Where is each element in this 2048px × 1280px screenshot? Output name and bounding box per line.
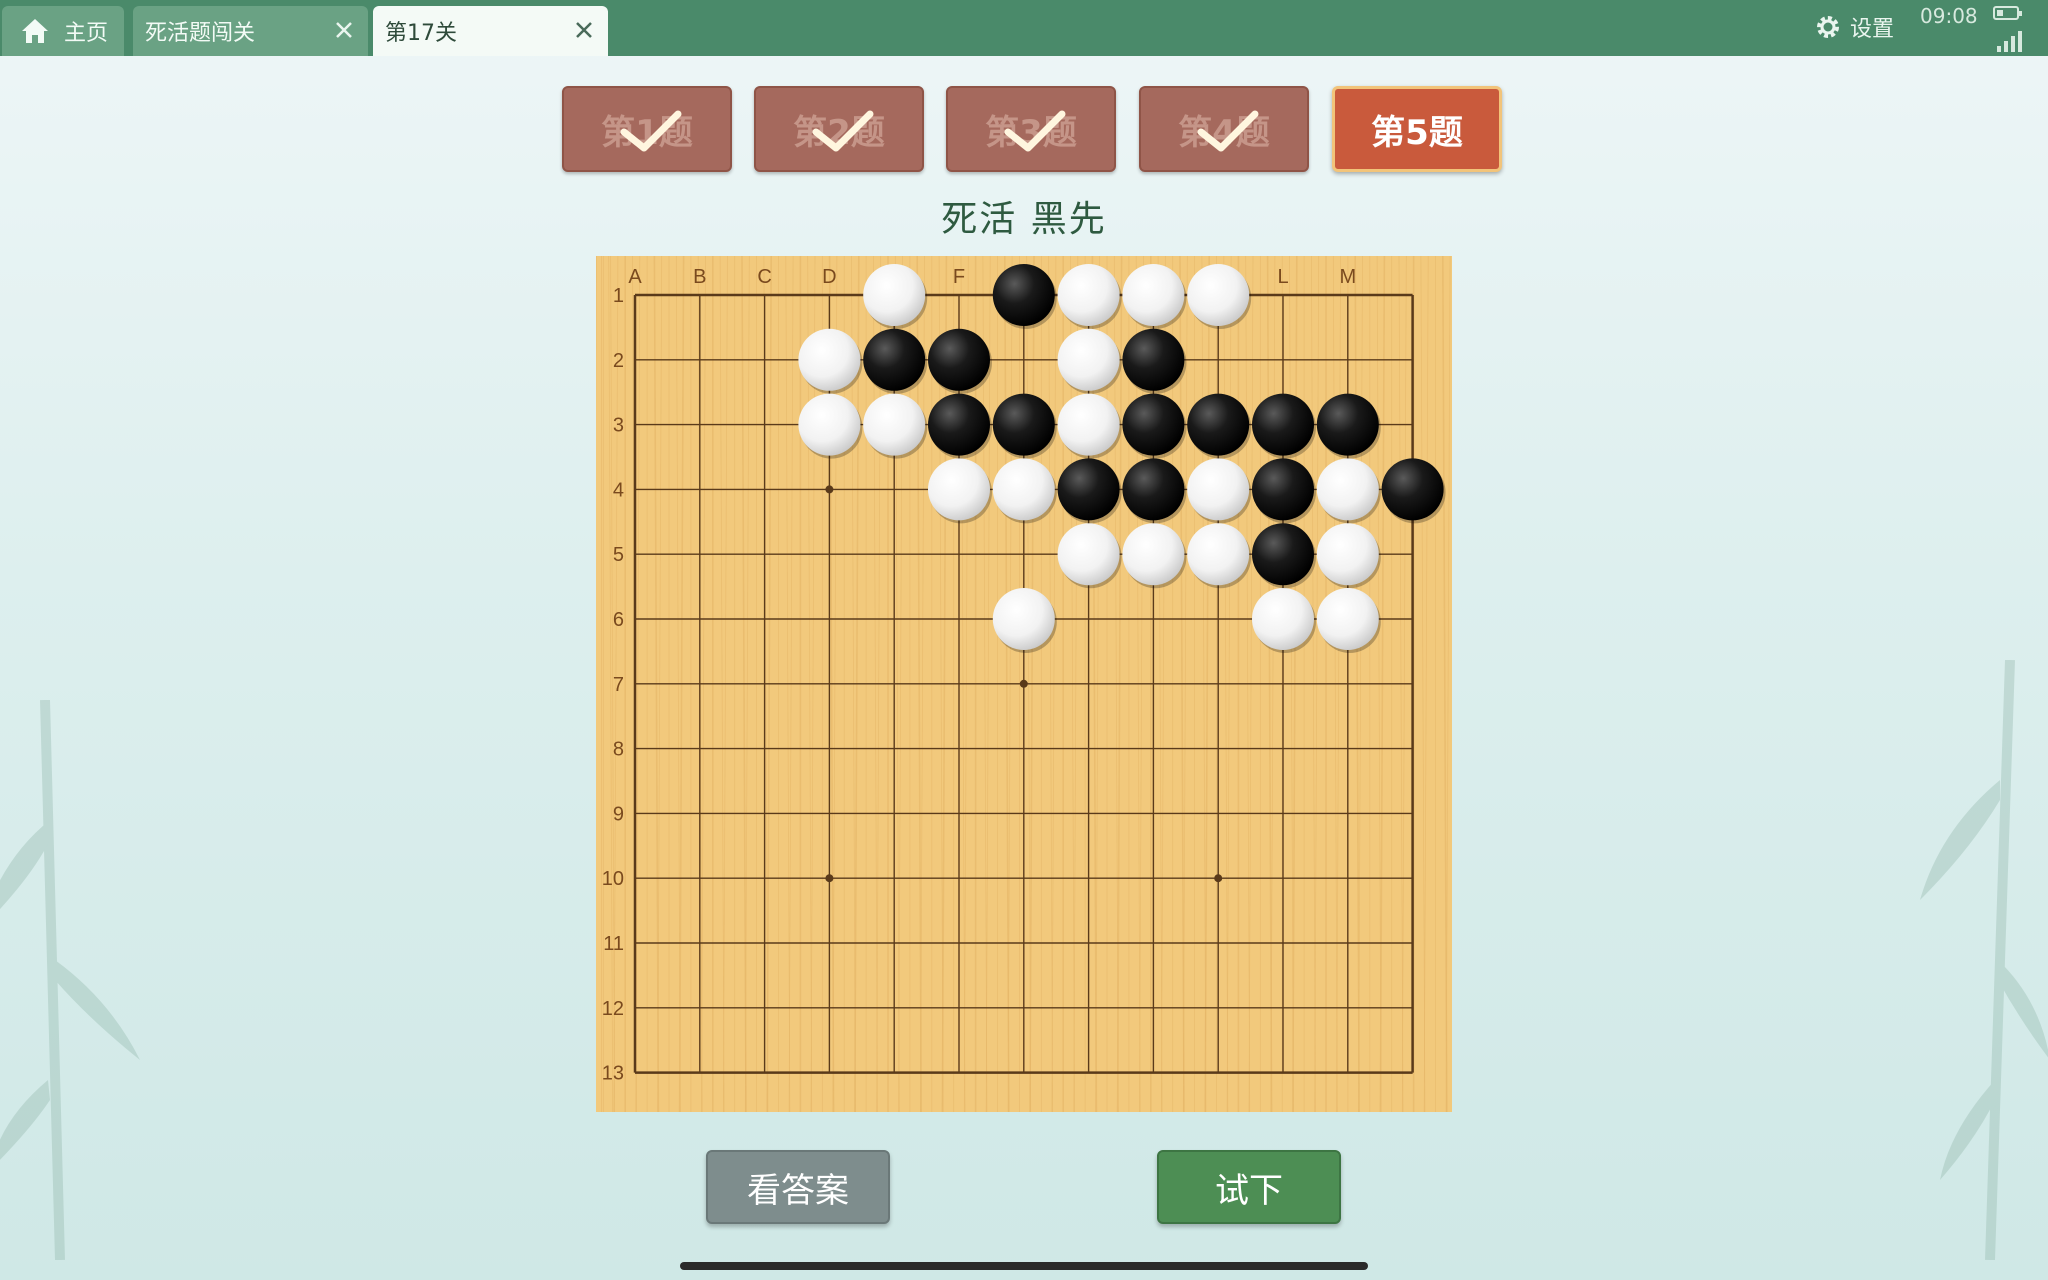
row-label: 2 <box>613 350 624 372</box>
star-point <box>1019 679 1028 688</box>
checkmark-icon <box>1197 110 1259 152</box>
top-tab-bar: 主页 死活题闯关 第17关 设置 09:08 <box>0 0 2048 56</box>
white-stone <box>1316 523 1379 586</box>
tab-deadlive-label: 死活题闯关 <box>145 21 256 46</box>
black-stone <box>863 328 926 391</box>
row-label: 3 <box>613 415 624 437</box>
black-stone <box>928 328 990 391</box>
row-label: 10 <box>602 868 624 890</box>
close-icon[interactable] <box>332 18 356 42</box>
column-label: A <box>628 266 642 288</box>
view-answer-button[interactable]: 看答案 <box>706 1150 890 1224</box>
white-stone <box>863 393 926 456</box>
white-stone <box>1252 588 1314 650</box>
go-board-container[interactable]: ABCDFKLM12345678910111213 <box>591 255 1452 1113</box>
checkmark-icon <box>1004 110 1066 152</box>
white-stone <box>1316 588 1379 650</box>
black-stone <box>1122 458 1185 521</box>
row-label: 7 <box>613 674 624 696</box>
white-stone <box>1057 264 1120 326</box>
row-label: 9 <box>613 803 624 825</box>
white-stone <box>798 328 861 391</box>
black-stone <box>1316 393 1379 456</box>
white-stone <box>992 588 1055 650</box>
row-label: 11 <box>603 933 624 955</box>
status-time: 09:08 <box>1920 4 1978 28</box>
black-stone <box>1252 458 1314 521</box>
row-label: 13 <box>602 1063 624 1085</box>
white-stone <box>1057 328 1120 391</box>
column-label: C <box>757 266 771 288</box>
white-stone <box>1187 264 1250 326</box>
question-5-label: 第5题 <box>1371 112 1463 153</box>
black-stone <box>928 393 990 456</box>
column-label: F <box>953 266 965 288</box>
tab-home[interactable]: 主页 <box>2 6 124 56</box>
white-stone <box>863 264 926 326</box>
column-label: L <box>1277 266 1288 288</box>
white-stone <box>1187 458 1250 521</box>
settings-label: 设置 <box>1850 17 1895 42</box>
black-stone <box>992 393 1055 456</box>
row-label: 1 <box>613 285 624 307</box>
column-label: D <box>822 266 836 288</box>
white-stone <box>1122 264 1185 326</box>
black-stone <box>1057 458 1120 521</box>
row-label: 12 <box>602 998 624 1020</box>
question-2-button[interactable]: 第2题 <box>754 86 924 172</box>
black-stone <box>992 264 1055 326</box>
question-3-button[interactable]: 第3题 <box>946 86 1116 172</box>
star-point <box>1214 874 1223 883</box>
home-indicator <box>680 1262 1368 1270</box>
tab-deadlive-challenge[interactable]: 死活题闯关 <box>133 6 368 56</box>
question-4-button[interactable]: 第4题 <box>1139 86 1309 172</box>
tab-home-label: 主页 <box>64 21 109 46</box>
signal-icon <box>1997 31 2022 52</box>
white-stone <box>1057 523 1120 586</box>
white-stone <box>992 458 1055 521</box>
checkmark-icon <box>620 110 682 152</box>
white-stone <box>1316 458 1379 521</box>
go-board[interactable]: ABCDFKLM12345678910111213 <box>591 255 1452 1113</box>
black-stone <box>1122 328 1185 391</box>
white-stone <box>1122 523 1185 586</box>
white-stone <box>1187 523 1250 586</box>
close-icon[interactable] <box>572 18 596 42</box>
question-1-button[interactable]: 第1题 <box>562 86 732 172</box>
star-point <box>825 874 834 883</box>
battery-icon <box>1993 6 2022 20</box>
row-label: 5 <box>613 544 624 566</box>
column-label: B <box>693 266 706 288</box>
gear-icon <box>1817 16 1839 38</box>
white-stone <box>928 458 990 521</box>
home-icon <box>22 19 48 43</box>
problem-title: 死活 黑先 <box>941 199 1107 240</box>
checkmark-icon <box>812 110 874 152</box>
star-point <box>825 485 834 494</box>
black-stone <box>1252 393 1314 456</box>
black-stone <box>1122 393 1185 456</box>
question-5-button[interactable]: 第5题 <box>1332 86 1502 172</box>
black-stone <box>1252 523 1314 586</box>
try-move-button[interactable]: 试下 <box>1157 1150 1341 1224</box>
black-stone <box>1381 458 1444 521</box>
tab-level-label: 第17关 <box>385 21 457 46</box>
settings-button[interactable]: 设置 <box>1814 10 1894 44</box>
tab-level-17[interactable]: 第17关 <box>373 6 608 56</box>
white-stone <box>798 393 861 456</box>
bamboo-decoration-right <box>1920 660 2048 1260</box>
bamboo-decoration-left <box>0 700 140 1260</box>
column-label: M <box>1339 266 1356 288</box>
black-stone <box>1187 393 1250 456</box>
white-stone <box>1057 393 1120 456</box>
row-label: 4 <box>613 479 624 501</box>
row-label: 6 <box>613 609 624 631</box>
row-label: 8 <box>613 739 624 761</box>
